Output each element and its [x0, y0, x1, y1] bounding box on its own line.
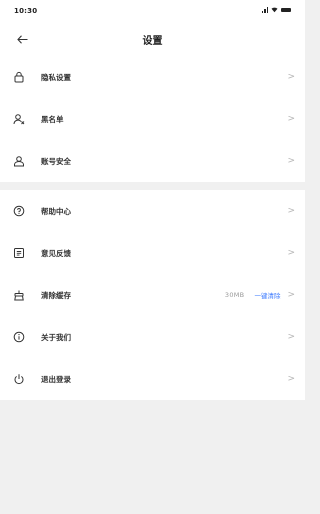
row-label: 隐私设置: [41, 72, 71, 82]
back-button[interactable]: [10, 29, 34, 49]
info-icon: [12, 330, 26, 344]
settings-group-account: 隐私设置 > 黑名单 > 账号安全 >: [0, 56, 305, 182]
row-label: 清除缓存: [41, 290, 71, 300]
row-privacy-settings[interactable]: 隐私设置 >: [0, 56, 305, 98]
row-blacklist[interactable]: 黑名单 >: [0, 98, 305, 140]
feedback-icon: [12, 246, 26, 260]
chevron-right-icon: >: [287, 72, 295, 82]
signal-icon: [261, 6, 268, 13]
clear-cache-link[interactable]: 一键清除: [254, 290, 280, 300]
lock-icon: [12, 70, 26, 84]
status-icons: [261, 6, 291, 13]
page-title: 设置: [142, 35, 163, 47]
row-logout[interactable]: 退出登录 >: [0, 358, 305, 400]
status-time: 10:30: [14, 7, 38, 15]
chevron-right-icon: >: [287, 332, 295, 342]
row-label: 黑名单: [41, 114, 64, 124]
nav-bar: 设置: [0, 22, 305, 56]
user-shield-icon: [12, 154, 26, 168]
row-clear-cache[interactable]: 清除缓存 30MB 一键清除 >: [0, 274, 305, 316]
row-feedback[interactable]: 意见反馈 >: [0, 232, 305, 274]
cache-size-value: 30MB: [224, 291, 245, 299]
row-label: 意见反馈: [41, 248, 71, 258]
chevron-right-icon: >: [287, 114, 295, 124]
broom-icon: [12, 288, 26, 302]
chevron-right-icon: >: [287, 206, 295, 216]
chevron-right-icon: >: [287, 156, 295, 166]
battery-icon: [281, 7, 291, 12]
block-user-icon: [12, 112, 26, 126]
chevron-right-icon: >: [287, 374, 295, 384]
arrow-left-icon: [16, 34, 27, 44]
status-bar: 10:30: [0, 0, 305, 22]
row-help-center[interactable]: 帮助中心 >: [0, 190, 305, 232]
row-about-us[interactable]: 关于我们 >: [0, 316, 305, 358]
row-label: 关于我们: [41, 332, 71, 342]
chevron-right-icon: >: [287, 290, 295, 300]
settings-group-general: 帮助中心 > 意见反馈 > 清除缓存 30MB 一键清除 > 关于我们 > 退出…: [0, 190, 305, 400]
row-label: 退出登录: [41, 374, 71, 384]
row-label: 帮助中心: [41, 206, 71, 216]
wifi-icon: [271, 7, 278, 12]
help-icon: [12, 204, 26, 218]
row-account-security[interactable]: 账号安全 >: [0, 140, 305, 182]
power-icon: [12, 372, 26, 386]
chevron-right-icon: >: [287, 248, 295, 258]
row-label: 账号安全: [41, 156, 71, 166]
